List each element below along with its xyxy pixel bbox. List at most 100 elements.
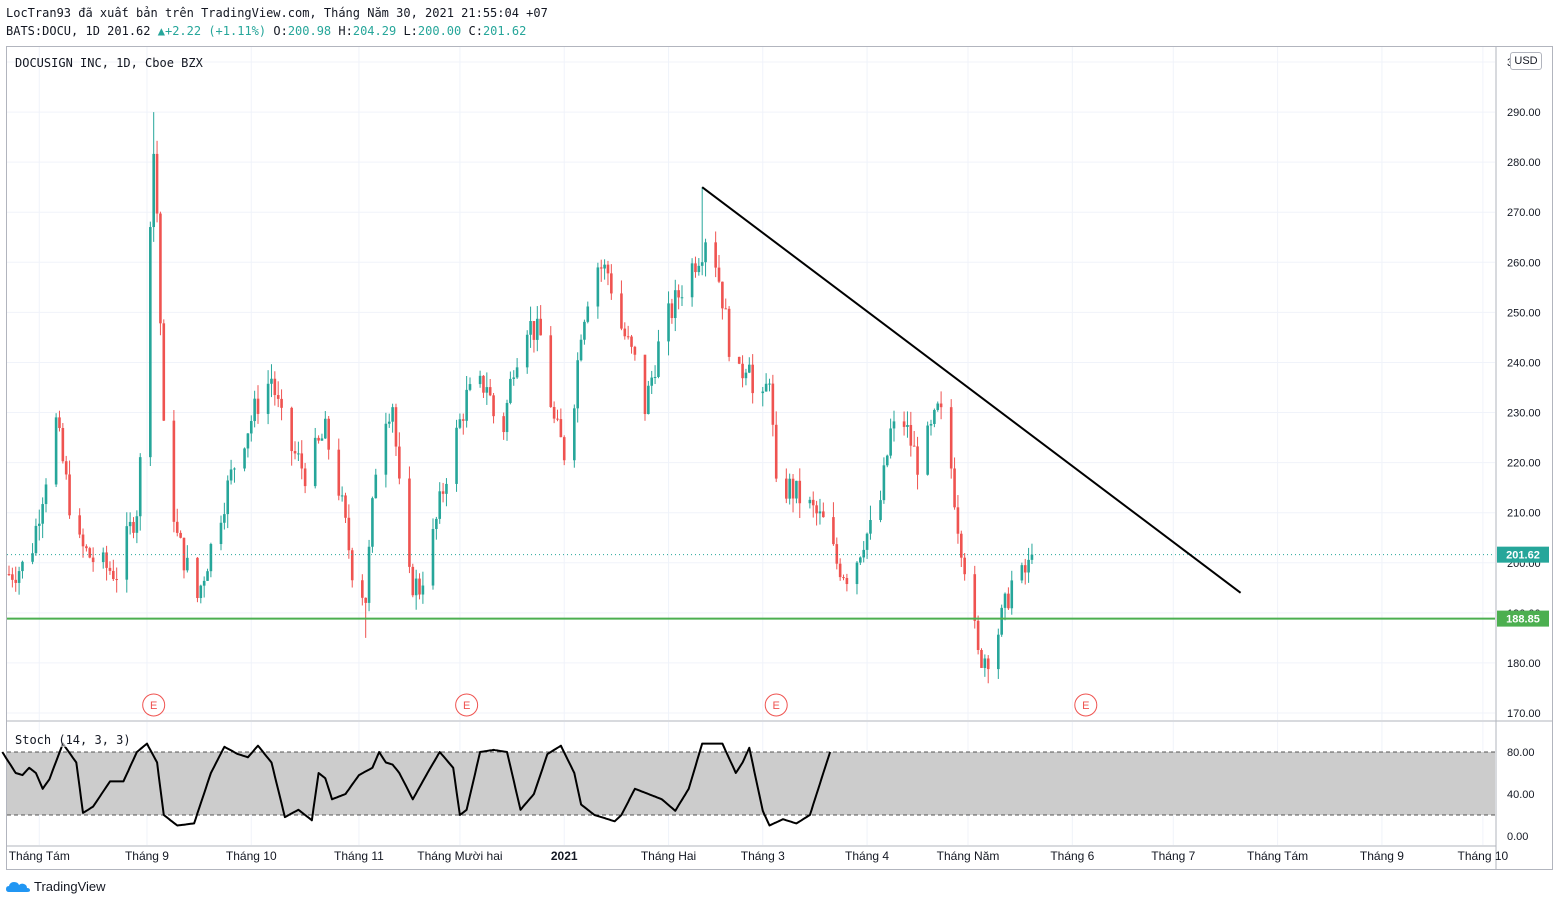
candle-body [502, 416, 505, 433]
candle-body [529, 321, 532, 335]
candle-body [643, 354, 647, 415]
candle-body [327, 418, 330, 450]
candle-body [391, 407, 394, 422]
candle-body [44, 484, 48, 505]
candle-body [206, 571, 209, 581]
candle-body [408, 478, 411, 567]
candle-body [1007, 593, 1010, 609]
candle-body [626, 336, 630, 338]
candle-body [862, 549, 866, 558]
candle-body [374, 474, 378, 499]
candle-body [1000, 607, 1003, 635]
candle-body [865, 533, 869, 550]
candle-body [785, 478, 788, 499]
candle-body [912, 445, 916, 447]
candle-body [842, 577, 845, 579]
candle-body [963, 557, 966, 575]
candle-body [936, 403, 940, 410]
candle-body [859, 557, 862, 563]
candle-body [21, 561, 24, 572]
candle-body [916, 446, 919, 475]
candle-body [347, 517, 351, 551]
candle-body [249, 421, 253, 434]
candle-body [68, 474, 71, 516]
candle-body [81, 534, 85, 547]
candle-body [573, 408, 576, 461]
x-tick-label: Tháng 10 [1458, 849, 1509, 863]
candle-body [455, 427, 458, 484]
candle-body [973, 574, 977, 621]
candle-body [838, 563, 842, 578]
candle-body [939, 403, 943, 408]
currency-button[interactable]: USD [1510, 52, 1542, 70]
candle-body [108, 567, 112, 571]
candle-body [700, 262, 704, 266]
symbol-title: DOCUSIGN INC, 1D, Cboe BZX [15, 56, 203, 70]
candle-body [610, 273, 613, 294]
candle-body [7, 574, 11, 576]
candle-body [115, 579, 118, 581]
x-tick-label: Tháng 6 [1050, 849, 1094, 863]
candle-body [411, 566, 415, 596]
candle-body [909, 425, 913, 446]
candle-body [14, 579, 18, 583]
candle-body [297, 453, 300, 455]
candle-body [976, 620, 980, 650]
candle-body [398, 446, 401, 479]
candle-body [101, 552, 105, 563]
candle-body [1020, 565, 1024, 581]
candle-body [926, 425, 929, 475]
candle-body [697, 265, 701, 273]
candle-body [525, 334, 529, 368]
resistance-trendline [701, 186, 1242, 594]
y-tick-label: 290.00 [1507, 107, 1541, 119]
candle-body [54, 417, 58, 485]
candle-body [892, 421, 896, 429]
candle-body [949, 407, 953, 469]
candle-body [889, 428, 892, 456]
candle-body [509, 378, 512, 403]
candle-body [243, 448, 246, 469]
candle-body [583, 321, 586, 340]
candle-body [132, 521, 135, 533]
candle-body [906, 425, 909, 427]
candle-body [986, 658, 990, 670]
candle-body [791, 478, 795, 499]
candle-body [997, 634, 1000, 670]
candle-body [273, 378, 277, 396]
gridlines [7, 47, 1495, 845]
candle-body [465, 389, 468, 421]
support-label: 188.85 [1506, 614, 1540, 626]
candle-body [737, 356, 741, 364]
candle-body [435, 518, 438, 530]
candle-body [159, 213, 162, 324]
tradingview-logo[interactable]: TradingView [6, 879, 106, 894]
candle-body [680, 297, 684, 299]
candle-body [162, 323, 166, 421]
candle-body [344, 495, 347, 518]
candle-body [488, 387, 492, 396]
candle-body [549, 335, 553, 407]
candle-body [266, 383, 270, 414]
candle-body [764, 383, 768, 392]
candle-body [694, 263, 697, 273]
candle-body [303, 468, 307, 487]
candle-body [579, 339, 583, 361]
candle-body [394, 407, 398, 447]
candle-body [953, 468, 956, 508]
x-tick-label: Tháng 9 [125, 849, 169, 863]
candle-body [364, 597, 367, 603]
stoch-y-tick-label: 40.00 [1507, 789, 1535, 801]
candle-body [653, 376, 657, 378]
candles [7, 112, 1034, 684]
stoch-label: Stoch (14, 3, 3) [15, 733, 131, 747]
candle-body [673, 290, 677, 319]
candle-body [172, 420, 176, 522]
candle-body [41, 504, 44, 524]
candle-body [539, 318, 542, 336]
y-tick-label: 250.00 [1507, 307, 1541, 319]
candle-body [91, 557, 95, 563]
candle-body [276, 395, 280, 399]
candle-body [112, 570, 115, 580]
chart-canvas[interactable]: 170.00180.00190.00200.00210.00220.00230.… [0, 0, 1560, 907]
